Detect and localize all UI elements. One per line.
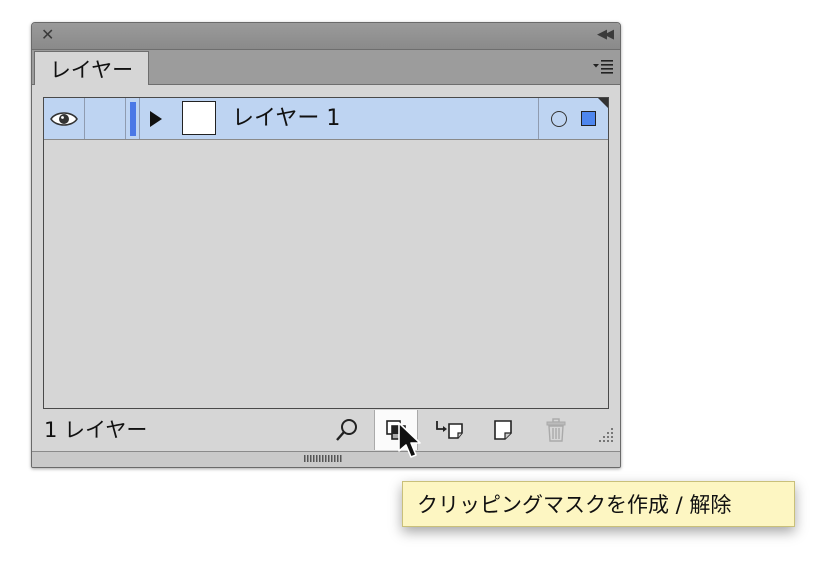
layer-count: 1 レイヤー xyxy=(44,418,148,442)
delete-button[interactable] xyxy=(534,410,578,450)
tab-label: レイヤー xyxy=(49,57,134,82)
resize-grip-icon[interactable] xyxy=(598,427,614,443)
target-circle-icon[interactable] xyxy=(551,111,567,127)
trash-icon xyxy=(546,418,566,442)
panel-menu-icon[interactable] xyxy=(592,58,614,76)
lock-column[interactable] xyxy=(125,98,126,139)
double-chevron-left-icon[interactable]: ◀◀ xyxy=(597,27,614,43)
new-layer-button[interactable] xyxy=(481,410,525,450)
tab-bar: レイヤー xyxy=(32,50,620,85)
close-icon[interactable]: ✕ xyxy=(41,27,54,43)
corner-triangle-icon xyxy=(598,98,608,108)
selection-square-icon[interactable] xyxy=(581,111,596,126)
panel-bottom-bar[interactable] xyxy=(32,451,620,467)
locate-object-button[interactable] xyxy=(325,410,369,450)
mouse-cursor-icon xyxy=(398,422,421,458)
layer-name[interactable]: レイヤー 1 xyxy=(232,105,340,133)
column-divider xyxy=(139,98,140,139)
tooltip: クリッピングマスクを作成 / 解除 xyxy=(402,481,795,527)
resize-handle-icon[interactable] xyxy=(304,455,344,462)
column-divider xyxy=(84,98,85,139)
column-divider xyxy=(538,98,539,139)
tooltip-text: クリッピングマスクを作成 / 解除 xyxy=(417,493,732,517)
eye-icon[interactable] xyxy=(49,108,79,130)
magnifier-icon xyxy=(336,419,357,441)
layers-panel: ✕ ◀◀ レイヤー レイヤー 1 1 レイヤー xyxy=(31,22,621,468)
tab-layers[interactable]: レイヤー xyxy=(34,51,149,85)
new-sublayer-icon xyxy=(436,421,463,439)
layer-row[interactable]: レイヤー 1 xyxy=(44,98,608,140)
expand-triangle-icon[interactable] xyxy=(150,111,162,127)
new-sublayer-button[interactable] xyxy=(428,410,472,450)
new-layer-icon xyxy=(494,420,512,440)
panel-titlebar[interactable]: ✕ ◀◀ xyxy=(32,23,620,50)
layers-list: レイヤー 1 xyxy=(43,97,609,409)
layer-color-bar xyxy=(130,102,136,136)
layer-thumbnail xyxy=(182,101,216,135)
